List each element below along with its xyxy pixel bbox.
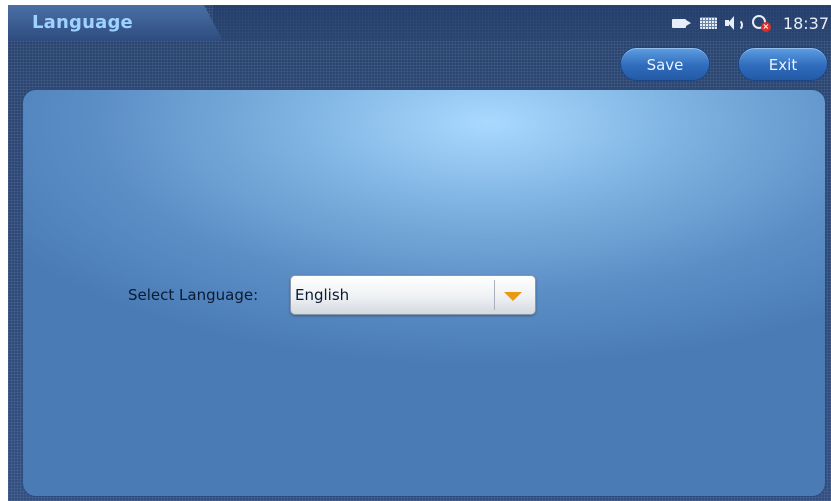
exit-button[interactable]: Exit [738,47,828,81]
save-button[interactable]: Save [620,47,710,81]
language-selected-value: English [295,286,350,304]
clock: 18:37 [782,13,829,33]
dropdown-divider [494,280,495,310]
select-language-label: Select Language: [128,286,259,304]
chevron-down-icon[interactable] [504,292,522,301]
status-bar: × 18:37 [671,5,831,41]
keyboard-icon [699,17,717,29]
app-screen: Language × 18:37 Save Exit Select Langua… [8,5,831,501]
language-dropdown[interactable]: English [290,275,536,315]
camera-icon [671,18,691,28]
network-disconnected-icon: × [751,14,771,32]
speaker-icon [724,16,743,31]
page-title: Language [32,12,133,33]
